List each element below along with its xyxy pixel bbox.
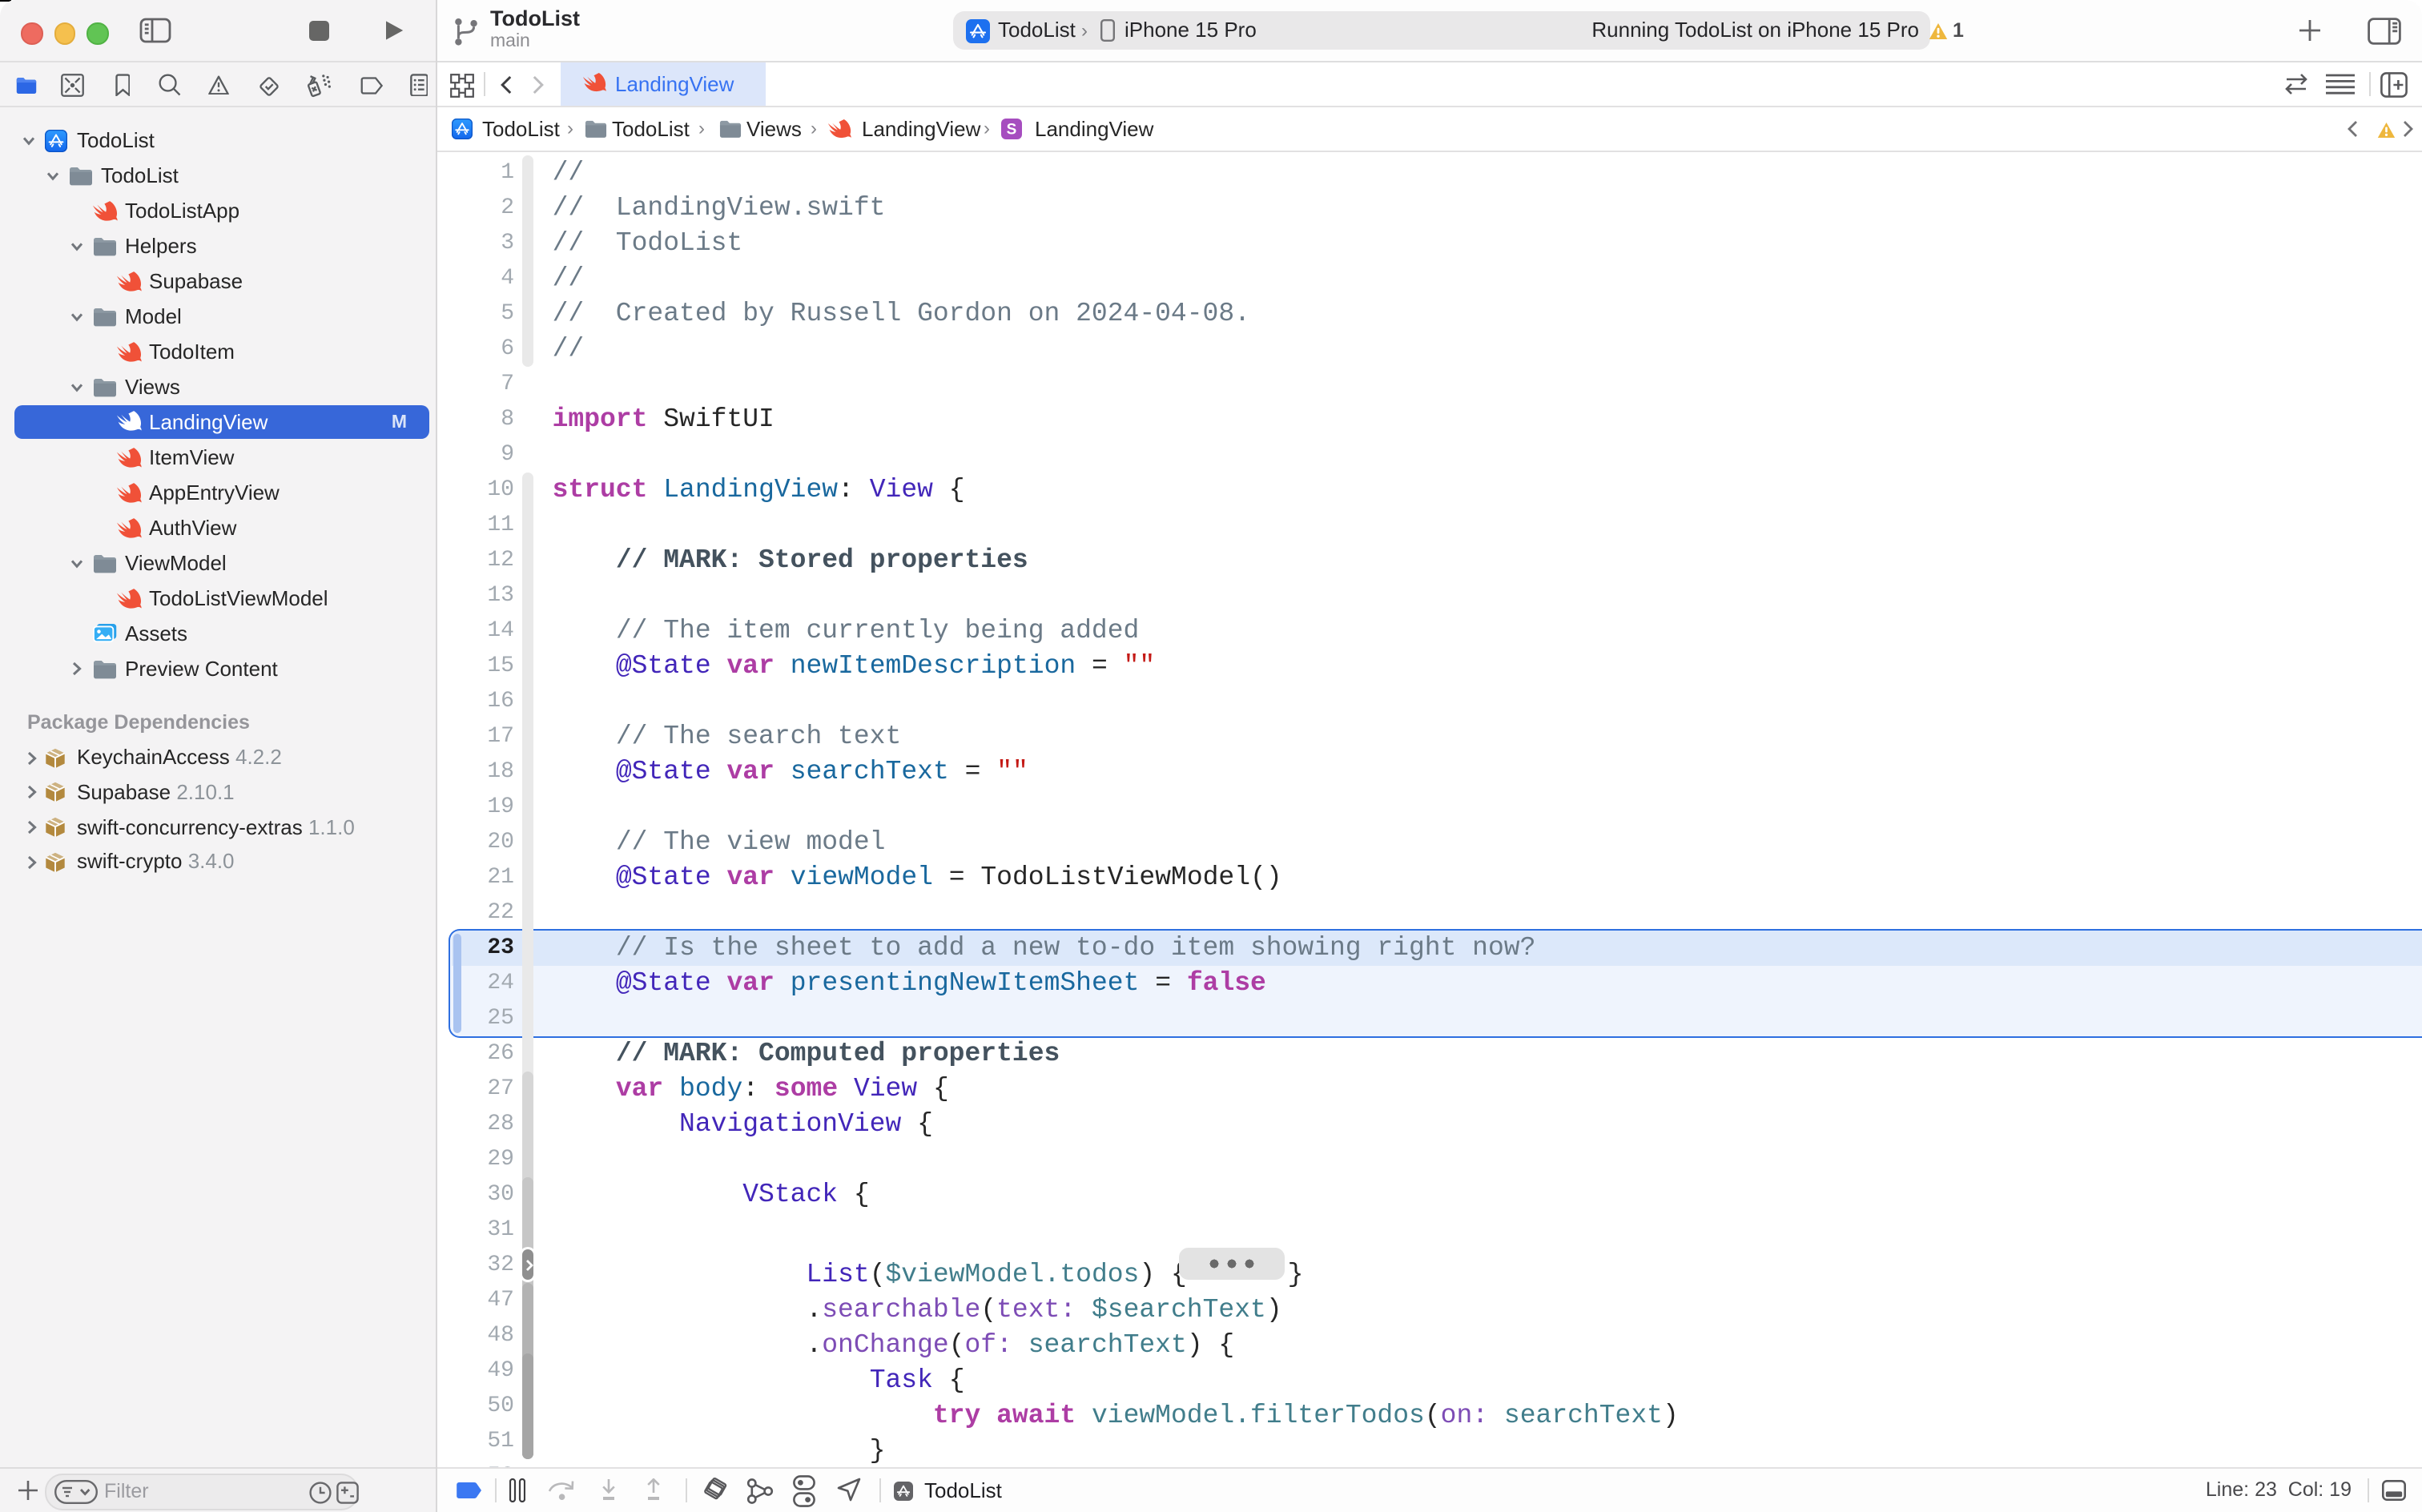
svg-text:S: S [1007,122,1017,139]
